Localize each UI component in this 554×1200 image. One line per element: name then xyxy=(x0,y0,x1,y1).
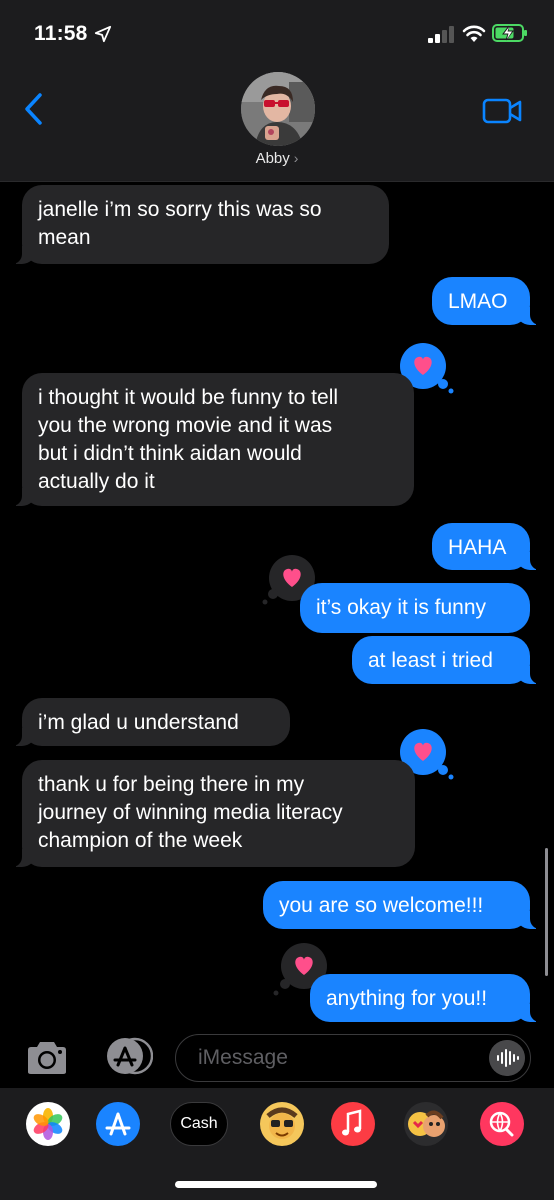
message-bubble-outgoing[interactable]: at least i tried xyxy=(352,636,540,684)
app-store-icon[interactable] xyxy=(90,1102,146,1146)
message-bubble-incoming[interactable]: thank u for being there in my journey of… xyxy=(12,760,415,867)
audio-waveform-icon[interactable] xyxy=(489,1040,525,1076)
cash-label: Cash xyxy=(180,1115,218,1132)
message-text: you the wrong movie and it was xyxy=(38,414,333,437)
message-text: anything for you!! xyxy=(326,987,488,1010)
message-text: actually do it xyxy=(38,470,155,493)
video-camera-icon[interactable] xyxy=(482,98,522,124)
scroll-indicator[interactable] xyxy=(545,848,548,976)
avatar-photo xyxy=(241,72,315,146)
message-bubble-incoming[interactable]: i’m glad u understand xyxy=(12,698,290,746)
cellular-signal-icon xyxy=(428,26,454,43)
message-text: at least i tried xyxy=(368,649,493,672)
chevron-left-icon[interactable] xyxy=(22,92,46,126)
message-bubble-incoming[interactable]: janelle i’m so sorry this was so mean xyxy=(12,185,389,264)
message-text: HAHA xyxy=(448,536,507,559)
message-text: mean xyxy=(38,226,91,249)
conversation-header: Abby › xyxy=(0,70,554,182)
app-store-icon[interactable] xyxy=(97,1036,153,1076)
status-time: 11:58 xyxy=(34,22,88,45)
message-bubble-outgoing[interactable]: it’s okay it is funny xyxy=(300,583,530,633)
contact-avatar[interactable] xyxy=(241,72,315,146)
message-text: it’s okay it is funny xyxy=(316,596,487,619)
message-bubble-incoming[interactable]: i thought it would be funny to tell you … xyxy=(12,373,414,506)
imessage-placeholder: iMessage xyxy=(198,1046,288,1069)
home-indicator[interactable] xyxy=(175,1181,377,1188)
web-search-icon[interactable] xyxy=(474,1102,530,1146)
memoji-icon[interactable] xyxy=(254,1102,310,1146)
message-text: LMAO xyxy=(448,290,508,313)
message-text: journey of winning media literacy xyxy=(38,801,343,824)
animoji-stickers-icon[interactable] xyxy=(398,1102,454,1146)
contact-name-label: Abby xyxy=(255,150,290,167)
message-text: you are so welcome!!! xyxy=(279,894,484,917)
message-bubble-outgoing[interactable]: LMAO xyxy=(432,277,540,325)
camera-icon[interactable] xyxy=(24,1040,70,1076)
message-text: thank u for being there in my xyxy=(38,773,305,796)
imessage-input[interactable]: iMessage xyxy=(175,1034,531,1082)
message-text: but i didn’t think aidan would xyxy=(38,442,302,465)
music-icon[interactable] xyxy=(325,1102,381,1146)
message-text: i thought it would be funny to tell xyxy=(38,386,339,409)
message-bubble-outgoing[interactable]: HAHA xyxy=(432,523,540,570)
message-text: i’m glad u understand xyxy=(38,711,239,734)
apple-cash-icon[interactable]: Cash xyxy=(170,1102,228,1146)
message-bubble-outgoing[interactable]: anything for you!! xyxy=(310,974,540,1022)
status-bar: 11:58 xyxy=(0,0,554,70)
message-text: champion of the week xyxy=(38,829,243,852)
wifi-icon xyxy=(462,25,486,42)
contact-name[interactable]: Abby › xyxy=(0,150,554,167)
battery-charging-icon xyxy=(492,24,527,42)
photos-icon[interactable] xyxy=(20,1102,76,1146)
location-arrow-icon xyxy=(94,25,112,43)
chevron-right-icon: › xyxy=(293,150,299,166)
message-text: janelle i’m so sorry this was so xyxy=(38,198,322,221)
message-bubble-outgoing[interactable]: you are so welcome!!! xyxy=(263,881,540,929)
